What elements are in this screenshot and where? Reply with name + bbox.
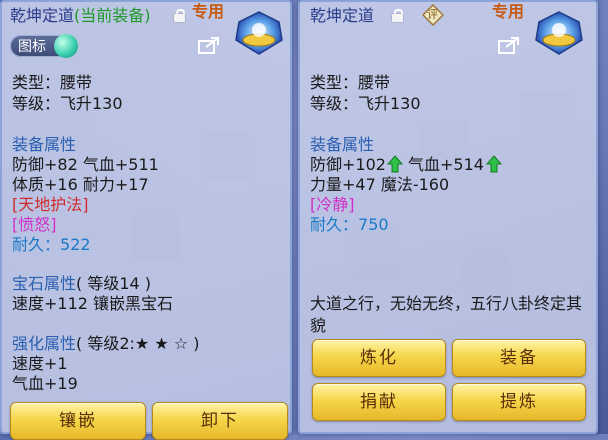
icon-toggle-button[interactable]: 图标: [10, 34, 78, 58]
lock-icon: [392, 9, 403, 22]
special-tag: 专用: [192, 2, 225, 21]
enhance-attr-header: 强化属性( 等级2:★ ★ ☆ ): [12, 334, 199, 354]
gem-attr-header: 宝石属性( 等级14 ): [12, 274, 151, 294]
gem-level: ( 等级14 ): [76, 274, 152, 293]
item-description: 大道之行，无始无终，五行八卦终定其貌: [310, 294, 583, 335]
inlay-button[interactable]: 镶嵌: [10, 402, 146, 440]
item-emblem-icon: [534, 10, 584, 56]
durability-label: 耐久：: [12, 235, 61, 254]
enhance-attr-title: 强化属性: [12, 334, 77, 353]
durability-value: 522: [60, 235, 91, 254]
enhance-line: 气血+19: [12, 374, 78, 393]
gem-attr-line: 速度+112 镶嵌黑宝石: [12, 294, 174, 313]
item-name-text: 乾坤定道: [10, 6, 75, 25]
donate-button[interactable]: 捐献: [312, 383, 446, 421]
item-level: 等级：飞升130: [12, 94, 123, 113]
upgrade-arrow-icon: [386, 155, 404, 173]
item-name: 乾坤定道(当前装备): [10, 6, 151, 26]
special-skill: [天地护法]: [12, 195, 89, 214]
durability: 耐久：522: [12, 235, 91, 255]
unequip-button[interactable]: 卸下: [152, 402, 288, 440]
item-emblem-icon: [234, 10, 284, 56]
gem-attr-title: 宝石属性: [12, 274, 77, 293]
upgrade-arrow-icon: [485, 155, 503, 173]
lock-icon: [174, 9, 185, 22]
equip-attr-title: 装备属性: [310, 135, 375, 154]
item-type: 类型：腰带: [310, 73, 391, 92]
durability-label: 耐久：: [310, 215, 359, 234]
defense-value: 防御+102: [310, 155, 386, 174]
item-name: 乾坤定道: [310, 6, 375, 25]
attr-line: 体质+16 耐力+17: [12, 175, 149, 194]
rating-badge-text: 评: [427, 8, 438, 21]
compare-item-tooltip: 乾坤定道 评 专用 类型：腰带 等级：飞升130 装备属性 防御+102 气血+…: [298, 0, 598, 434]
extract-button[interactable]: 提炼: [452, 383, 586, 421]
refine-button[interactable]: 炼化: [312, 339, 446, 377]
share-icon[interactable]: [498, 36, 520, 54]
attr-line: 力量+47 魔法-160: [310, 175, 450, 194]
enhance-line: 速度+1: [12, 354, 68, 373]
gem-orb-icon: [54, 34, 78, 58]
durability: 耐久：750: [310, 215, 389, 235]
special-effect: [愤怒]: [12, 215, 57, 234]
durability-value: 750: [358, 215, 389, 234]
equipped-tag: (当前装备): [74, 6, 151, 25]
enhance-level: ( 等级2:★ ★ ☆ ): [76, 334, 200, 353]
equip-button[interactable]: 装备: [452, 339, 586, 377]
equip-attr-title: 装备属性: [12, 135, 77, 154]
attr-line: 防御+102: [310, 155, 386, 175]
icon-toggle-label: 图标: [18, 39, 46, 55]
hp-value: 气血+514: [408, 155, 484, 174]
item-level: 等级：飞升130: [310, 94, 421, 113]
item-type: 类型：腰带: [12, 73, 93, 92]
share-icon[interactable]: [198, 36, 220, 54]
special-effect: [冷静]: [310, 195, 355, 214]
special-tag: 专用: [492, 2, 525, 21]
equipped-item-tooltip: 乾坤定道(当前装备) 专用 图标 类型：腰带 等级：飞升130 装备属性 防御+…: [0, 0, 292, 440]
rating-badge-icon[interactable]: 评: [421, 3, 445, 27]
attr-line: 防御+82 气血+511: [12, 155, 159, 174]
